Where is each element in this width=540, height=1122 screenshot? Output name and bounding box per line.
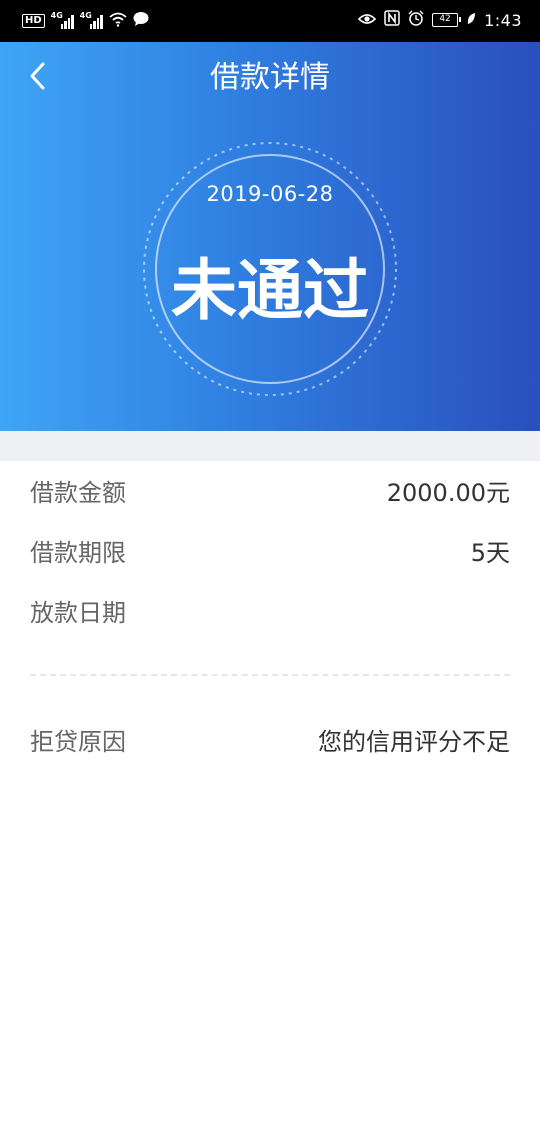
- loan-term-value: 5天: [470, 539, 510, 567]
- loan-term-row: 借款期限 5天: [0, 521, 540, 581]
- sim1-network-type: 4G: [50, 11, 63, 20]
- dashed-divider: [30, 674, 510, 676]
- loan-status-header: 借款详情 2019-06-28 未通过: [0, 42, 540, 431]
- nfc-icon: [384, 10, 400, 30]
- loan-detail-list: 借款金额 2000.00元 借款期限 5天 放款日期: [0, 461, 540, 641]
- rejection-reason-row: 拒贷原因 您的信用评分不足: [0, 710, 540, 770]
- disbursement-date-label: 放款日期: [30, 599, 126, 627]
- wifi-icon: [109, 11, 127, 31]
- loan-amount-value: 2000.00元: [386, 479, 510, 507]
- status-right-icons: 42 1:43: [357, 10, 522, 30]
- alarm-icon: [408, 10, 424, 30]
- clock-time: 1:43: [484, 10, 522, 30]
- leaf-icon: [466, 11, 476, 30]
- page-title: 借款详情: [210, 60, 330, 95]
- battery-icon: 42: [432, 13, 462, 27]
- loan-amount-row: 借款金额 2000.00元: [0, 461, 540, 521]
- eye-icon: [357, 11, 377, 30]
- application-date: 2019-06-28: [206, 182, 334, 206]
- section-separator: [0, 431, 540, 461]
- rejection-reason-label: 拒贷原因: [30, 728, 126, 756]
- hd-badge: HD: [22, 14, 45, 28]
- sim2-network-type: 4G: [79, 11, 92, 20]
- status-left-icons: HD 4G 4G: [22, 11, 149, 31]
- signal-icon: 4G: [79, 11, 103, 29]
- status-bar: HD 4G 4G 42 1:43: [0, 0, 540, 42]
- chat-bubble-icon: [133, 11, 149, 31]
- status-stamp: 2019-06-28 未通过: [141, 140, 399, 398]
- loan-term-label: 借款期限: [30, 539, 126, 567]
- approval-status: 未通过: [171, 252, 369, 329]
- signal-icon: 4G: [50, 11, 74, 29]
- loan-amount-label: 借款金额: [30, 479, 126, 507]
- disbursement-date-row: 放款日期: [0, 581, 540, 641]
- rejection-reason-value: 您的信用评分不足: [318, 728, 510, 756]
